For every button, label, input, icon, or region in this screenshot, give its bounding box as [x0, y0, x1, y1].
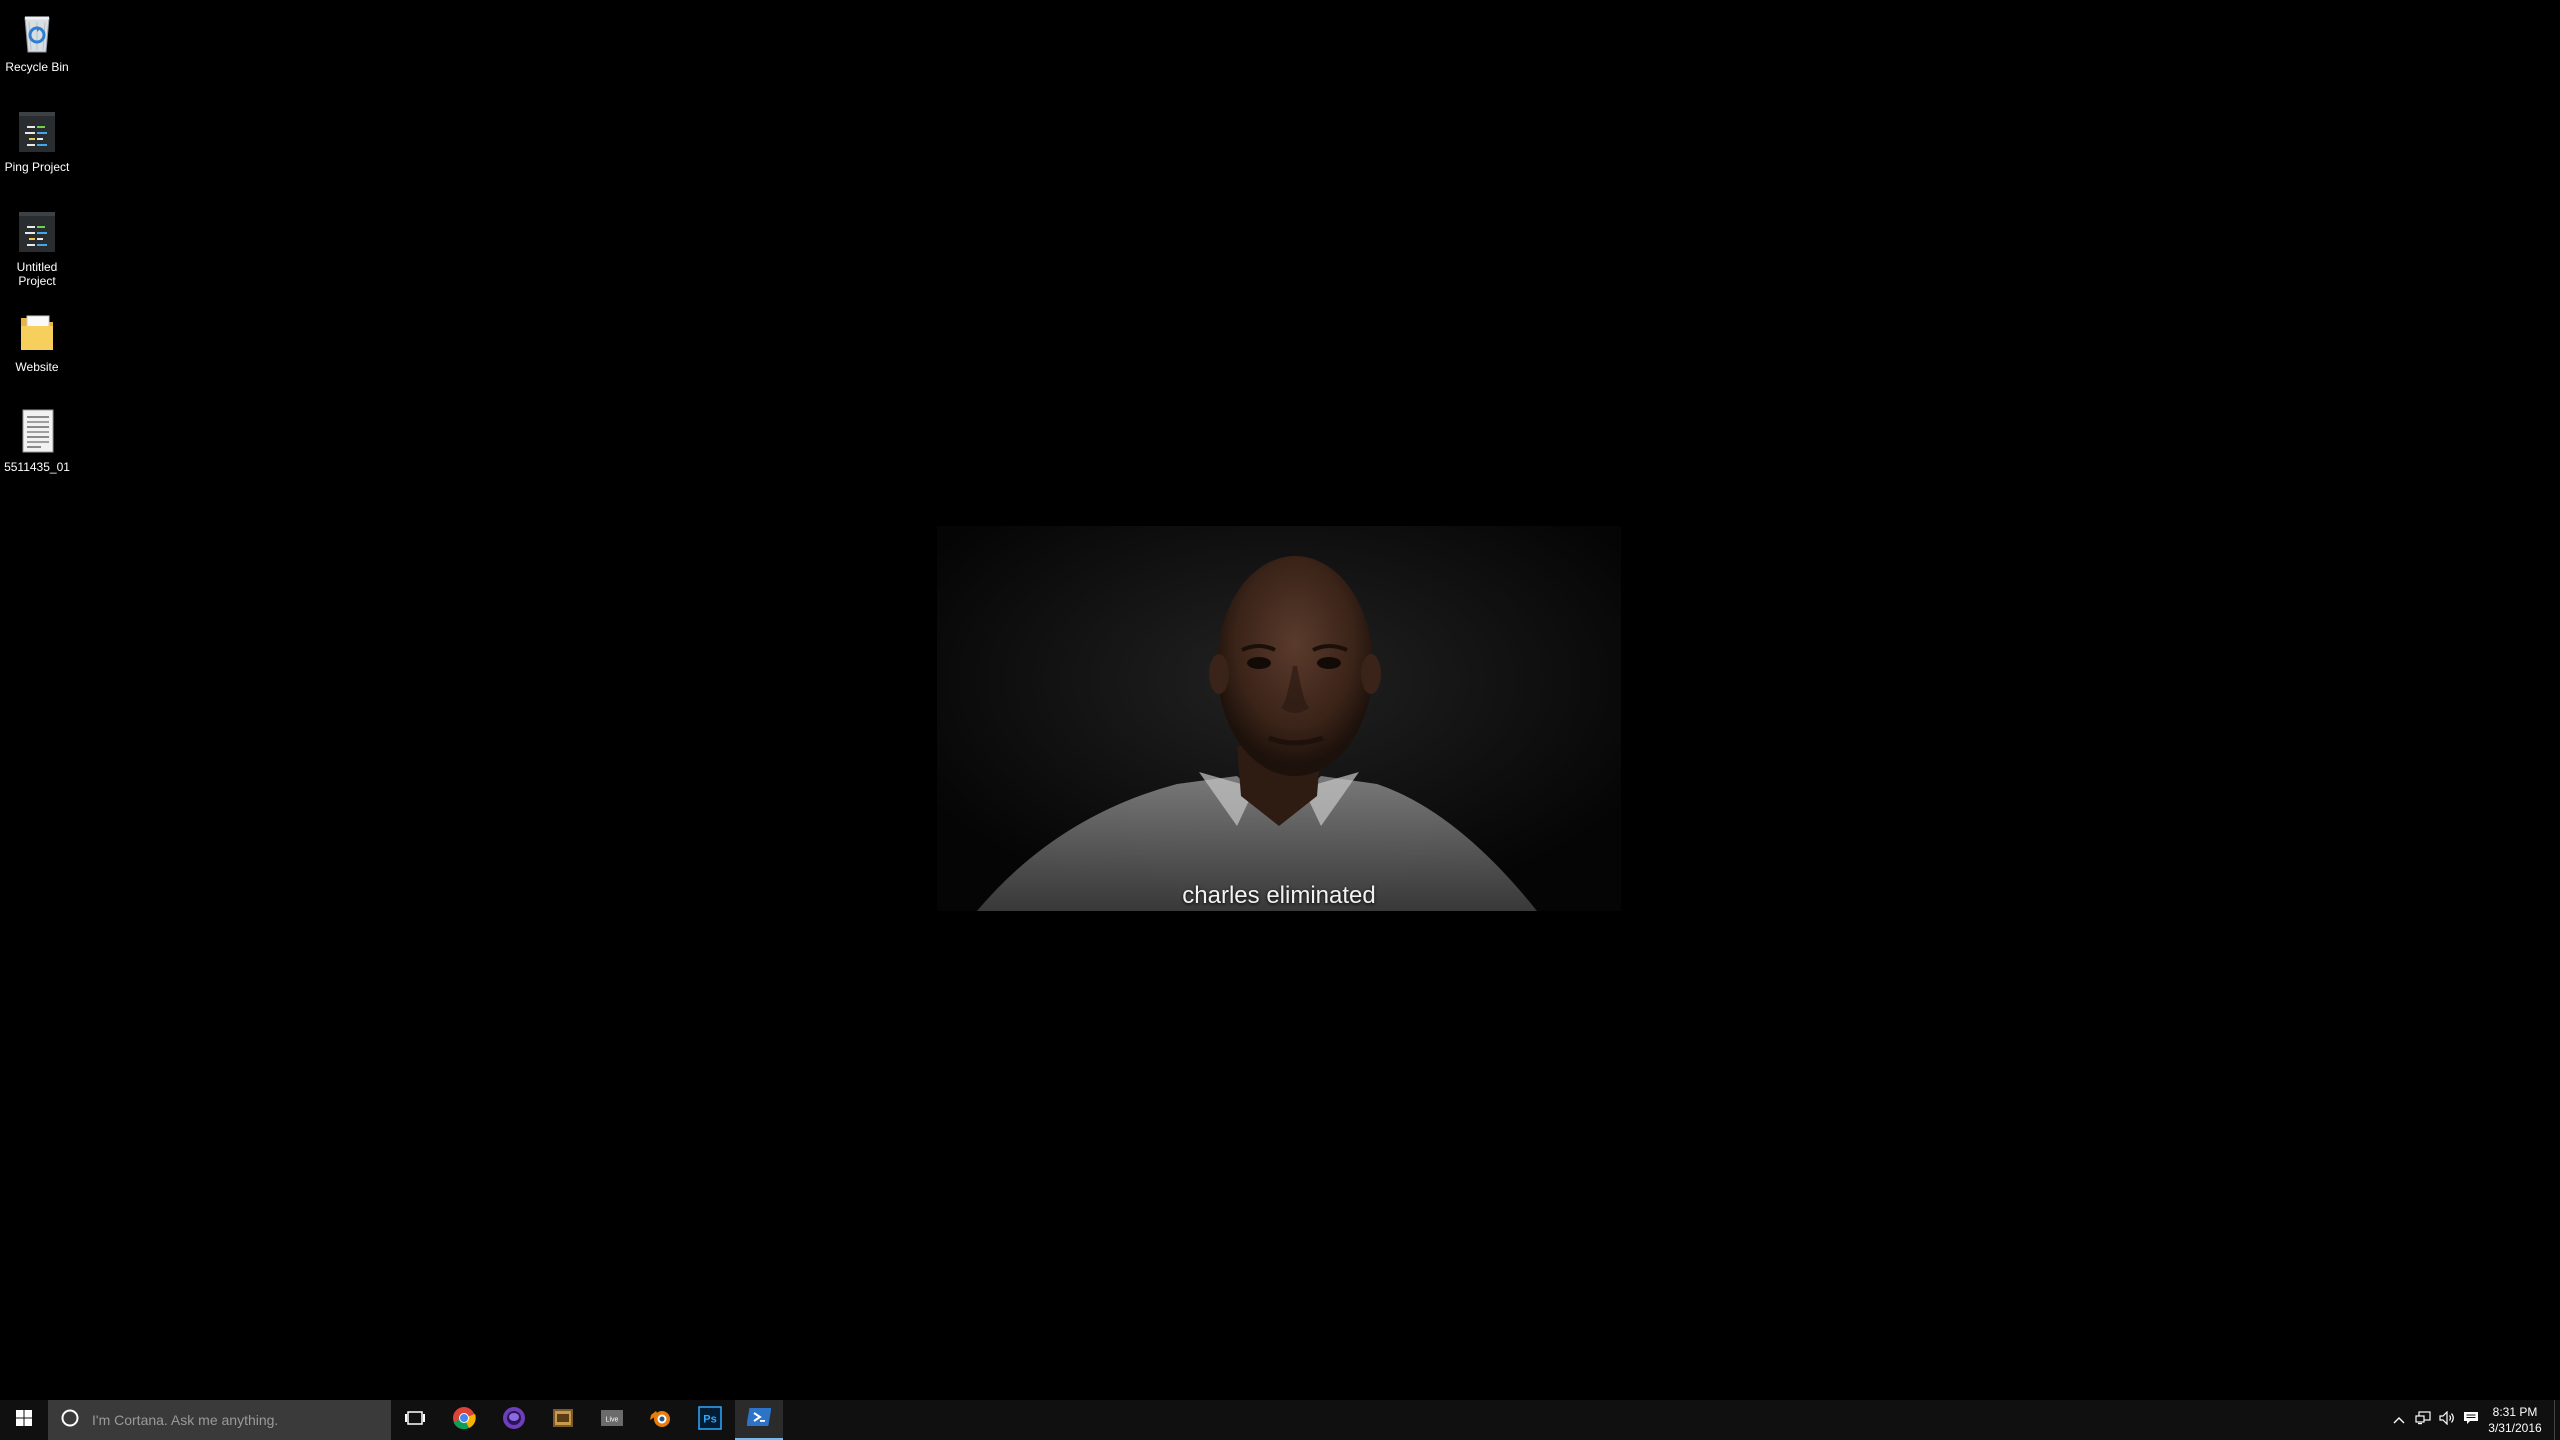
taskbar-app-blender[interactable]	[637, 1400, 685, 1440]
svg-text:Live: Live	[606, 1416, 619, 1423]
clock-date: 3/31/2016	[2488, 1421, 2542, 1435]
task-view-icon	[404, 1410, 426, 1431]
search-placeholder: I'm Cortana. Ask me anything.	[92, 1412, 279, 1428]
blender-icon	[648, 1406, 674, 1435]
desktop-icon-label: Website	[15, 360, 59, 374]
project-file-icon	[13, 108, 61, 156]
video-frame	[937, 526, 1621, 911]
video-player[interactable]: charles eliminated	[937, 526, 1621, 911]
document-icon	[13, 408, 61, 456]
network-tray-button[interactable]	[2412, 1400, 2434, 1440]
taskbar-app-chrome[interactable]	[440, 1400, 488, 1440]
start-button[interactable]	[0, 1400, 48, 1440]
taskbar: I'm Cortana. Ask me anything. Live Ps 8:…	[0, 1400, 2560, 1440]
desktop-icon-5511435-01[interactable]: 5511435_01	[0, 408, 74, 474]
chrome-icon	[452, 1406, 476, 1435]
network-icon	[2415, 1410, 2431, 1430]
file-app-icon	[551, 1406, 575, 1435]
task-view-button[interactable]	[391, 1400, 439, 1440]
volume-tray-button[interactable]	[2436, 1400, 2458, 1440]
powershell-icon	[746, 1405, 772, 1434]
project-file-icon	[13, 208, 61, 256]
desktop-icon-recycle-bin[interactable]: Recycle Bin	[0, 8, 74, 74]
photoshop-icon: Ps	[698, 1405, 722, 1435]
taskbar-clock[interactable]: 8:31 PM 3/31/2016	[2482, 1404, 2548, 1436]
browser-purple-icon	[502, 1406, 526, 1435]
desktop-icon-label: Recycle Bin	[5, 60, 69, 74]
notification-icon	[2463, 1411, 2479, 1430]
desktop-icon-label: Untitled Project	[16, 260, 58, 288]
cortana-icon	[60, 1408, 80, 1433]
show-desktop-button[interactable]	[2554, 1400, 2560, 1440]
chevron-up-icon	[2393, 1411, 2405, 1429]
desktop-icon-ping-project[interactable]: Ping Project	[0, 108, 74, 174]
cortana-search-box[interactable]: I'm Cortana. Ask me anything.	[48, 1400, 391, 1440]
taskbar-app-file[interactable]	[539, 1400, 587, 1440]
taskbar-app-live[interactable]: Live	[588, 1400, 636, 1440]
volume-icon	[2439, 1410, 2455, 1430]
recycle-bin-icon	[13, 8, 61, 56]
desktop-icon-website[interactable]: Website	[0, 308, 74, 374]
desktop-icon-label: 5511435_01	[4, 460, 70, 474]
live-app-icon: Live	[600, 1406, 624, 1435]
desktop-icon-untitled-project[interactable]: Untitled Project	[0, 208, 74, 288]
show-hidden-icons-button[interactable]	[2390, 1400, 2408, 1440]
desktop: Recycle Bin Ping Project Untitled Projec…	[0, 0, 2560, 1400]
folder-icon	[13, 308, 61, 356]
clock-time: 8:31 PM	[2492, 1405, 2538, 1419]
taskbar-app-powershell[interactable]	[735, 1400, 783, 1440]
taskbar-app-photoshop[interactable]: Ps	[686, 1400, 734, 1440]
action-center-button[interactable]	[2460, 1400, 2482, 1440]
video-subtitle: charles eliminated	[1182, 882, 1376, 909]
taskbar-app-purple-browser[interactable]	[490, 1400, 538, 1440]
desktop-icon-label: Ping Project	[4, 160, 70, 174]
svg-text:Ps: Ps	[703, 1413, 716, 1425]
windows-logo-icon	[16, 1409, 32, 1431]
